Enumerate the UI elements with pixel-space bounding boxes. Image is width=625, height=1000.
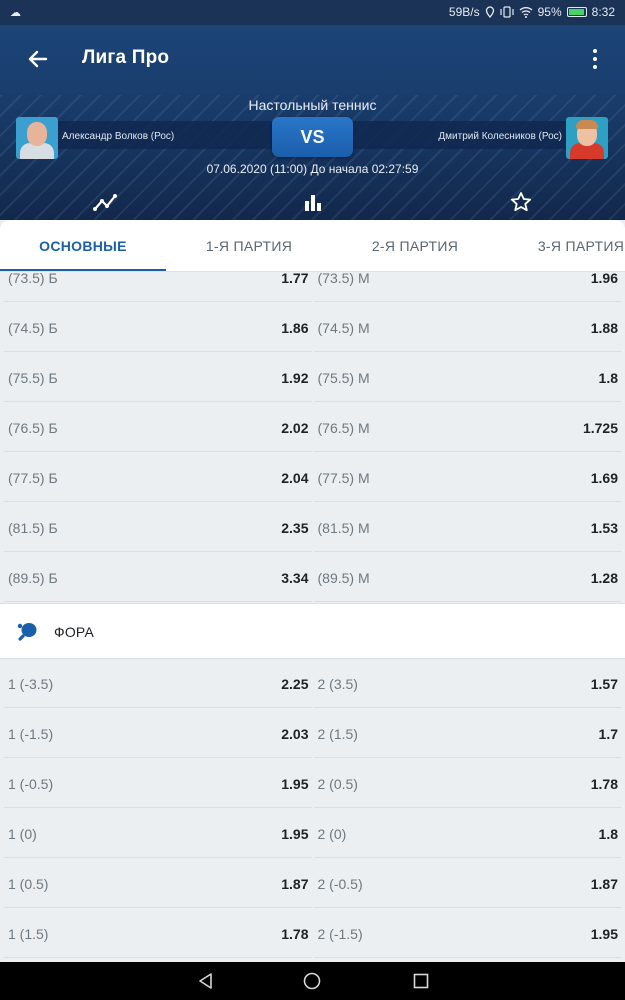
odds-list: (73.5) Б 1.77 (73.5) М 1.96 (74.5) Б 1.86 (… — [0, 272, 625, 962]
odd-cell[interactable]: 2 (0.5) 1.78 — [313, 760, 621, 808]
wifi-icon — [519, 7, 533, 18]
nav-back-icon[interactable] — [197, 972, 215, 990]
player1-name: Александр Волков (Рос) — [62, 131, 175, 142]
odd-cell[interactable]: (75.5) М 1.8 — [313, 354, 621, 402]
odd-cell[interactable]: 2 (3.5) 1.57 — [313, 660, 621, 708]
table-row: 1 (-1.5) 2.03 2 (1.5) 1.7 — [4, 710, 621, 758]
odd-cell[interactable]: 1 (0.5) 1.87 — [4, 860, 312, 908]
location-icon — [485, 6, 494, 18]
odd-cell[interactable]: (81.5) Б 2.35 — [4, 504, 312, 552]
star-icon[interactable] — [508, 191, 534, 213]
odd-cell[interactable]: 1 (0) 1.95 — [4, 810, 312, 858]
table-row: (73.5) Б 1.77 (73.5) М 1.96 — [4, 272, 621, 302]
nav-home-icon[interactable] — [303, 972, 321, 990]
odd-cell[interactable]: (77.5) М 1.69 — [313, 454, 621, 502]
table-row: 1 (-0.5) 1.95 2 (0.5) 1.78 — [4, 760, 621, 808]
market-tabs: ОСНОВНЫЕ 1-Я ПАРТИЯ 2-Я ПАРТИЯ 3-Я ПАРТИ… — [0, 220, 625, 272]
odd-cell[interactable]: (77.5) Б 2.04 — [4, 454, 312, 502]
odd-cell[interactable]: (74.5) М 1.88 — [313, 304, 621, 352]
odd-cell[interactable]: 1 (-1.5) 2.03 — [4, 710, 312, 758]
statistics-line-icon[interactable] — [92, 191, 118, 213]
sport-name: Настольный теннис — [248, 97, 377, 113]
tab-set1[interactable]: 1-Я ПАРТИЯ — [166, 220, 332, 271]
table-row: (89.5) Б 3.34 (89.5) М 1.28 — [4, 554, 621, 602]
more-options-icon[interactable] — [591, 47, 599, 71]
table-row: (75.5) Б 1.92 (75.5) М 1.8 — [4, 354, 621, 402]
system-nav-bar — [0, 962, 625, 1000]
active-tab-indicator — [0, 269, 166, 271]
odd-cell[interactable]: (89.5) М 1.28 — [313, 554, 621, 602]
odd-cell[interactable]: 1 (-3.5) 2.25 — [4, 660, 312, 708]
countdown: До начала 02:27:59 — [310, 162, 419, 176]
battery-icon — [566, 7, 587, 17]
nav-recents-icon[interactable] — [412, 972, 430, 990]
player1-avatar[interactable] — [16, 117, 58, 159]
battery-percent: 95% — [537, 5, 562, 19]
player2-name: Дмитрий Колесников (Рос) — [438, 131, 562, 142]
odd-cell[interactable]: (74.5) Б 1.86 — [4, 304, 312, 352]
table-row: 1 (0.5) 1.87 2 (-0.5) 1.87 — [4, 860, 621, 908]
cloud-icon: ☁ — [10, 7, 21, 19]
back-arrow-icon[interactable] — [26, 47, 50, 71]
player2-avatar[interactable] — [566, 117, 608, 159]
match-datetime: 07.06.2020 (11:00) До начала 02:27:59 — [0, 162, 625, 176]
table-row: 1 (-3.5) 2.25 2 (3.5) 1.57 — [4, 660, 621, 708]
table-row: (76.5) Б 2.02 (76.5) М 1.725 — [4, 404, 621, 452]
odd-cell[interactable]: (81.5) М 1.53 — [313, 504, 621, 552]
odd-cell[interactable]: 1 (1.5) 1.78 — [4, 910, 312, 958]
odd-cell[interactable]: (73.5) М 1.96 — [313, 272, 621, 302]
status-icons: 59B/s 95% 8:32 — [449, 5, 615, 19]
bar-chart-icon[interactable] — [300, 191, 326, 213]
status-bar: ☁ 59B/s 95% 8:32 — [0, 0, 625, 25]
table-row: 1 (1.5) 1.78 2 (-1.5) 1.95 — [4, 910, 621, 958]
table-row: (81.5) Б 2.35 (81.5) М 1.53 — [4, 504, 621, 552]
tab-set2[interactable]: 2-Я ПАРТИЯ — [332, 220, 498, 271]
odd-cell[interactable]: (76.5) М 1.725 — [313, 404, 621, 452]
odd-cell[interactable]: 2 (0) 1.8 — [313, 810, 621, 858]
vs-badge: VS — [272, 117, 353, 157]
odd-cell[interactable]: (75.5) Б 1.92 — [4, 354, 312, 402]
odd-cell[interactable]: 2 (-1.5) 1.95 — [313, 910, 621, 958]
odd-cell[interactable]: 1 (-0.5) 1.95 — [4, 760, 312, 808]
table-row: (74.5) Б 1.86 (74.5) М 1.88 — [4, 304, 621, 352]
clock: 8:32 — [591, 5, 615, 19]
table-tennis-icon — [17, 623, 37, 641]
odd-cell[interactable]: 2 (-0.5) 1.87 — [313, 860, 621, 908]
table-row: (77.5) Б 2.04 (77.5) М 1.69 — [4, 454, 621, 502]
odd-cell[interactable]: 2 (1.5) 1.7 — [313, 710, 621, 758]
table-row: 1 (0) 1.95 2 (0) 1.8 — [4, 810, 621, 858]
tab-main[interactable]: ОСНОВНЫЕ — [0, 220, 166, 271]
network-speed: 59B/s — [448, 5, 480, 19]
match-header: Лига Про Настольный теннис Александр Вол… — [0, 25, 625, 220]
page-title: Лига Про — [82, 47, 170, 68]
vibrate-icon — [500, 6, 514, 18]
odd-cell[interactable]: (89.5) Б 3.34 — [4, 554, 312, 602]
odd-cell[interactable]: (76.5) Б 2.02 — [4, 404, 312, 452]
handicap-section-header[interactable]: ФОРА — [0, 603, 625, 659]
section-title: ФОРА — [54, 624, 95, 640]
tab-set3[interactable]: 3-Я ПАРТИЯ — [498, 220, 625, 271]
odd-cell[interactable]: (73.5) Б 1.77 — [4, 272, 312, 302]
match-date: 07.06.2020 (11:00) — [206, 162, 308, 176]
